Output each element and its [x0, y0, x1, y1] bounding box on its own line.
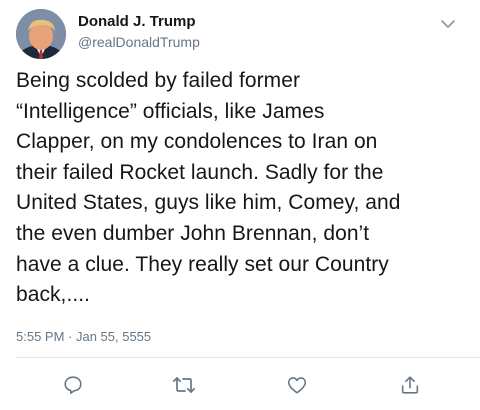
retweet-button[interactable]: [170, 371, 198, 399]
timestamp[interactable]: 5:55 PM · Jan 55, 5555: [16, 329, 151, 344]
tweet-text-line: have a clue. They really set our Country: [16, 252, 389, 276]
tweet-text-line: Being scolded by failed former: [16, 69, 300, 92]
reply-icon: [64, 376, 82, 395]
tweet-text-line: the even dumber John Brennan, don’t: [16, 221, 370, 245]
action-bar: [0, 371, 480, 399]
tweet-text: Being scolded by failed former “Intellig…: [16, 66, 466, 311]
share-icon: [401, 376, 419, 394]
tweet-text-line: Clapper, on my condolences to Iran on: [16, 130, 378, 154]
like-button[interactable]: [283, 371, 311, 399]
display-name[interactable]: Donald J. Trump: [78, 13, 196, 30]
tweet-text-line: their failed Rocket launch. Sadly for th…: [16, 160, 384, 184]
reply-button[interactable]: [59, 371, 87, 399]
avatar-image: [16, 9, 66, 59]
divider: [16, 357, 480, 358]
user-handle[interactable]: @realDonaldTrump: [78, 34, 200, 50]
tweet-text-line: United States, guys like him, Comey, and: [16, 191, 401, 215]
tweet-card: Donald J. Trump @realDonaldTrump Being s…: [0, 0, 480, 410]
tweet-text-line: “Intelligence” officials, like James: [16, 99, 325, 123]
tweet-text-line: back,....: [16, 283, 90, 307]
chevron-down-icon[interactable]: [436, 12, 460, 36]
avatar[interactable]: [16, 9, 66, 59]
share-button[interactable]: [396, 371, 424, 399]
retweet-icon: [172, 377, 196, 393]
heart-icon: [287, 377, 307, 394]
